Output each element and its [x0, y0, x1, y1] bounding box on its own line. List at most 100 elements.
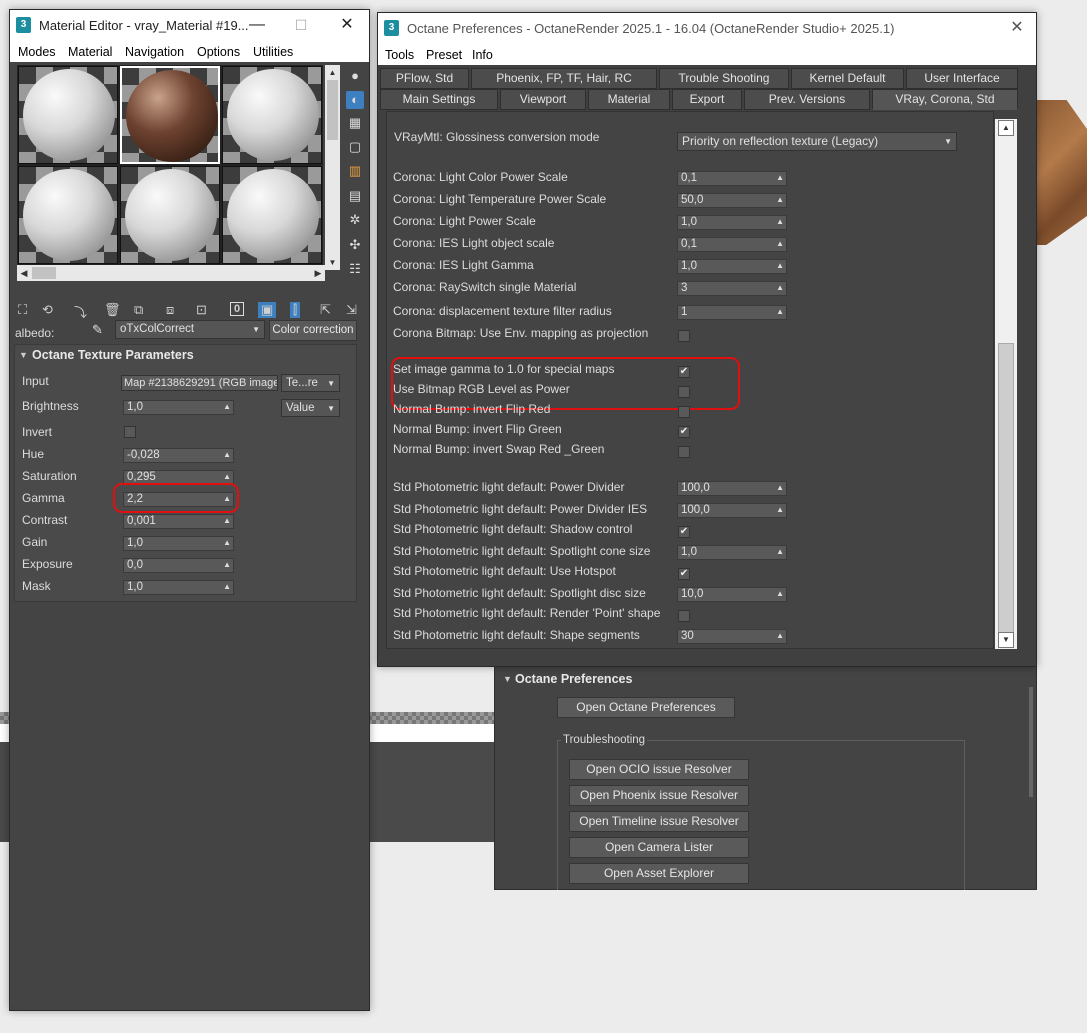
show-end-result-icon[interactable]: ⫿ — [290, 302, 301, 318]
make-preview-icon[interactable]: ▤ — [346, 187, 364, 205]
scroll-thumb[interactable] — [327, 80, 338, 140]
pref-spinner[interactable]: 0,1 ▲ — [677, 171, 787, 186]
sample-slot[interactable] — [222, 66, 322, 164]
video-color-check-icon[interactable]: ▥ — [346, 162, 364, 180]
mask-spinner[interactable]: 1,0 ▲ — [123, 580, 234, 595]
tab-pflow-std[interactable]: PFlow, Std — [380, 68, 469, 89]
map-type-button[interactable]: Color correction — [269, 320, 357, 341]
scroll-thumb[interactable] — [32, 267, 56, 279]
tab-material[interactable]: Material — [588, 89, 670, 110]
material-map-navigator-icon[interactable]: ☷ — [346, 260, 364, 278]
scroll-thumb[interactable] — [998, 343, 1014, 633]
rollout-title[interactable]: Octane Preferences — [515, 672, 632, 686]
sample-type-icon[interactable]: ● — [346, 67, 364, 85]
tab-kernel-default[interactable]: Kernel Default — [791, 68, 904, 89]
pref-spinner[interactable]: 100,0 ▲ — [677, 503, 787, 518]
menu-tools[interactable]: Tools — [385, 48, 414, 62]
make-unique-icon[interactable]: ⧉ — [134, 302, 143, 318]
select-by-material-icon[interactable]: ✣ — [346, 236, 364, 254]
gain-spinner[interactable]: 1,0 ▲ — [123, 536, 234, 551]
panel-vertical-scrollbar[interactable]: ▲ ▼ — [995, 119, 1017, 649]
put-to-library-icon[interactable]: ⧈ — [166, 302, 174, 318]
menu-preset[interactable]: Preset — [426, 48, 462, 62]
rollout-collapse-icon[interactable]: ▼ — [19, 350, 28, 360]
pref-checkbox[interactable] — [678, 386, 690, 398]
brightness-spinner[interactable]: 1,0 ▲ — [123, 400, 234, 415]
tab-main-settings[interactable]: Main Settings — [380, 89, 498, 110]
exposure-spinner[interactable]: 0,0 ▲ — [123, 558, 234, 573]
open-asset-explorer-button[interactable]: Open Asset Explorer — [569, 863, 749, 884]
pref-checkbox[interactable]: ✔ — [678, 426, 690, 438]
pref-spinner[interactable]: 0,1 ▲ — [677, 237, 787, 252]
pref-spinner[interactable]: 1,0 ▲ — [677, 545, 787, 560]
slots-vertical-scrollbar[interactable]: ▲ ▼ — [325, 65, 340, 270]
scroll-up-icon[interactable]: ▲ — [998, 120, 1014, 136]
backlight-icon[interactable]: ◐ — [346, 91, 364, 109]
tab-prev-versions[interactable]: Prev. Versions — [744, 89, 870, 110]
sample-uv-tiling-icon[interactable]: ▢ — [346, 138, 364, 156]
pref-checkbox[interactable]: ✔ — [678, 366, 690, 378]
options-icon[interactable]: ✲ — [346, 211, 364, 229]
invert-checkbox[interactable] — [124, 426, 136, 438]
preferences-titlebar[interactable]: 3 Octane Preferences - OctaneRender 2025… — [378, 13, 1036, 43]
material-id-zero-icon[interactable]: 0 — [230, 302, 245, 316]
material-editor-titlebar[interactable]: 3 Material Editor - vray_Material #19...… — [10, 10, 369, 40]
close-icon[interactable]: ✕ — [998, 13, 1036, 43]
close-icon[interactable]: ✕ — [324, 10, 370, 40]
sample-slot[interactable] — [18, 166, 118, 264]
pref-spinner[interactable]: 100,0 ▲ — [677, 481, 787, 496]
slots-horizontal-scrollbar[interactable]: ◀ ▶ — [17, 265, 325, 281]
scroll-left-icon[interactable]: ◀ — [17, 265, 31, 281]
pref-checkbox[interactable]: ✔ — [678, 526, 690, 538]
tab-trouble-shooting[interactable]: Trouble Shooting — [659, 68, 789, 89]
contrast-spinner[interactable]: 0,001 ▲ — [123, 514, 234, 529]
rollout-title[interactable]: Octane Texture Parameters — [32, 348, 194, 362]
open-octane-preferences-button[interactable]: Open Octane Preferences — [557, 697, 735, 718]
open-timeline-resolver-button[interactable]: Open Timeline issue Resolver — [569, 811, 749, 832]
tab-vray-corona-std[interactable]: VRay, Corona, Std — [872, 89, 1018, 110]
input-map-button[interactable]: Map #2138629291 (RGB image) — [121, 375, 278, 391]
scroll-up-icon[interactable]: ▲ — [325, 65, 340, 80]
pref-spinner[interactable]: 1,0 ▲ — [677, 215, 787, 230]
open-ocio-resolver-button[interactable]: Open OCIO issue Resolver — [569, 759, 749, 780]
tab-export[interactable]: Export — [672, 89, 742, 110]
eyedropper-icon[interactable]: ✎ — [92, 322, 103, 338]
sample-slot-selected[interactable] — [120, 66, 220, 164]
pref-spinner[interactable]: 3 ▲ — [677, 281, 787, 296]
scroll-right-icon[interactable]: ▶ — [311, 265, 325, 281]
sample-slot[interactable] — [222, 166, 322, 264]
reset-map-icon[interactable]: 🗑 — [104, 302, 121, 318]
open-phoenix-resolver-button[interactable]: Open Phoenix issue Resolver — [569, 785, 749, 806]
put-to-scene-icon[interactable]: ⟲ — [42, 302, 53, 318]
menu-options[interactable]: Options — [197, 45, 240, 59]
pref-spinner[interactable]: 1 ▲ — [677, 305, 787, 320]
pref-spinner[interactable]: 1,0 ▲ — [677, 259, 787, 274]
pref-checkbox[interactable] — [678, 446, 690, 458]
menu-info[interactable]: Info — [472, 48, 493, 62]
menu-navigation[interactable]: Navigation — [125, 45, 184, 59]
pref-checkbox[interactable] — [678, 406, 690, 418]
pref-checkbox[interactable] — [678, 610, 690, 622]
input-mode-dropdown[interactable]: Te...re ▼ — [281, 374, 340, 392]
sample-slot[interactable] — [18, 66, 118, 164]
tab-user-interface[interactable]: User Interface — [906, 68, 1018, 89]
minimize-icon[interactable]: — — [234, 10, 280, 40]
rollout-scrollbar[interactable] — [1029, 687, 1033, 797]
scroll-down-icon[interactable]: ▼ — [998, 632, 1014, 648]
open-camera-lister-button[interactable]: Open Camera Lister — [569, 837, 749, 858]
sample-slot[interactable] — [120, 166, 220, 264]
tab-viewport[interactable]: Viewport — [500, 89, 586, 110]
get-material-icon[interactable]: ⛶ — [18, 302, 27, 318]
menu-modes[interactable]: Modes — [18, 45, 56, 59]
assign-to-selection-icon[interactable]: ⤵ — [74, 302, 87, 321]
material-id-channel-icon[interactable]: ⊡ — [196, 302, 207, 318]
map-name-dropdown[interactable]: oTxColCorrect ▼ — [115, 320, 265, 339]
tab-phoenix[interactable]: Phoenix, FP, TF, Hair, RC — [471, 68, 657, 89]
menu-material[interactable]: Material — [68, 45, 112, 59]
pref-checkbox[interactable] — [678, 330, 690, 342]
pref-spinner[interactable]: 50,0 ▲ — [677, 193, 787, 208]
pref-spinner[interactable]: 30 ▲ — [677, 629, 787, 644]
show-shaded-material-icon[interactable]: ▣ — [258, 302, 277, 318]
brightness-mode-dropdown[interactable]: Value ▼ — [281, 399, 340, 417]
pref-spinner[interactable]: 10,0 ▲ — [677, 587, 787, 602]
